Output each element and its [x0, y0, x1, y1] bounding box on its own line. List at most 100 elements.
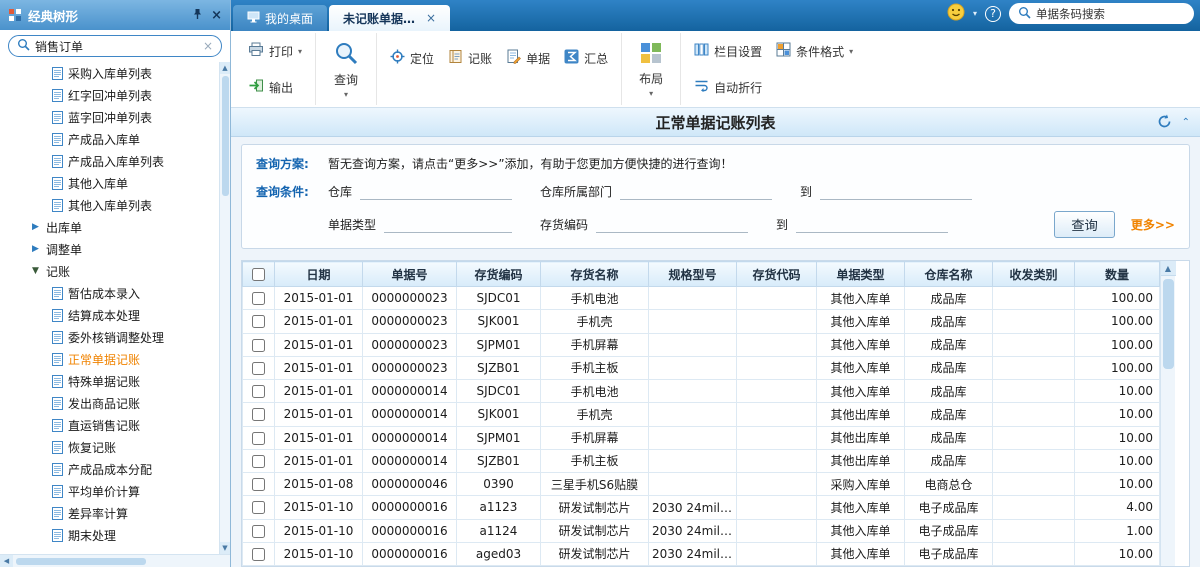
post-button[interactable]: 记账	[442, 46, 498, 70]
pin-icon[interactable]	[192, 8, 203, 23]
warehouse-dept-to-input[interactable]	[820, 183, 972, 200]
tree-item[interactable]: 出库单	[0, 216, 219, 238]
query-submit-button[interactable]: 查询	[1054, 211, 1115, 238]
column-header[interactable]: 存货编码	[457, 262, 541, 287]
document-button[interactable]: 单据	[500, 46, 556, 70]
tree-item[interactable]: 记账	[0, 260, 219, 282]
warehouse-input[interactable]	[360, 183, 512, 200]
scrollbar-thumb[interactable]	[1163, 279, 1174, 369]
column-header[interactable]: 数量	[1075, 262, 1160, 287]
scrollbar-thumb[interactable]	[222, 76, 229, 196]
chevron-down-icon[interactable]: ▾	[298, 47, 302, 56]
more-link[interactable]: 更多>>	[1131, 216, 1175, 233]
chevron-down-icon[interactable]: ▾	[344, 90, 348, 99]
warehouse-dept-input[interactable]	[620, 183, 772, 200]
tree-item[interactable]: 其他入库单列表	[0, 194, 219, 216]
auto-wrap-button[interactable]: 自动折行	[688, 76, 768, 99]
tree-item[interactable]: 产成品入库单列表	[0, 150, 219, 172]
table-row[interactable]: 2015-01-01 0000000023 SJPM01 手机屏幕 其他入库单 …	[243, 333, 1160, 356]
tree-item[interactable]: 产成品成本分配	[0, 458, 219, 480]
tab-unposted-documents[interactable]: 未记账单据… ×	[329, 5, 450, 31]
table-row[interactable]: 2015-01-01 0000000014 SJPM01 手机屏幕 其他出库单 …	[243, 426, 1160, 449]
tree-scrollbar[interactable]: ▲ ▼	[219, 62, 230, 554]
column-header[interactable]: 存货名称	[541, 262, 649, 287]
scroll-up-icon[interactable]: ▲	[1161, 261, 1176, 276]
table-row[interactable]: 2015-01-01 0000000023 SJK001 手机壳 其他入库单 成…	[243, 310, 1160, 333]
print-button[interactable]: 打印 ▾	[242, 39, 308, 63]
column-header[interactable]: 单据号	[363, 262, 457, 287]
row-checkbox[interactable]	[252, 385, 265, 398]
table-row[interactable]: 2015-01-01 0000000014 SJK001 手机壳 其他出库单 成…	[243, 403, 1160, 426]
barcode-search-input[interactable]	[1036, 7, 1185, 21]
tree-item[interactable]: 蓝字回冲单列表	[0, 106, 219, 128]
table-row[interactable]: 2015-01-08 0000000046 0390 三星手机S6贴膜 采购入库…	[243, 473, 1160, 496]
column-header[interactable]: 收发类别	[993, 262, 1075, 287]
tree-item[interactable]: 结算成本处理	[0, 304, 219, 326]
tree-item[interactable]: 调整单	[0, 238, 219, 260]
column-header[interactable]: 仓库名称	[905, 262, 993, 287]
row-checkbox[interactable]	[252, 501, 265, 514]
export-button[interactable]: 输出	[242, 75, 308, 99]
scrollbar-thumb[interactable]	[16, 558, 146, 565]
tree-item[interactable]: 期末处理	[0, 524, 219, 546]
table-row[interactable]: 2015-01-01 0000000014 SJZB01 手机主板 其他出库单 …	[243, 449, 1160, 472]
clear-search-icon[interactable]: ×	[203, 39, 213, 53]
table-row[interactable]: 2015-01-01 0000000023 SJDC01 手机电池 其他入库单 …	[243, 287, 1160, 310]
tree-item[interactable]: 暂估成本录入	[0, 282, 219, 304]
column-header[interactable]: 存货代码	[737, 262, 817, 287]
summarize-button[interactable]: 汇总	[558, 46, 614, 70]
tab-close-icon[interactable]: ×	[426, 11, 436, 25]
tree-item[interactable]: 恢复记账	[0, 436, 219, 458]
row-checkbox[interactable]	[252, 455, 265, 468]
expand-arrow-icon[interactable]	[32, 244, 46, 254]
chevron-down-icon[interactable]: ▾	[849, 47, 853, 56]
refresh-icon[interactable]	[1157, 114, 1172, 132]
tree-item[interactable]: 发出商品记账	[0, 392, 219, 414]
expand-arrow-icon[interactable]	[32, 266, 46, 276]
tree-item[interactable]: 红字回冲单列表	[0, 84, 219, 106]
row-checkbox[interactable]	[252, 339, 265, 352]
sidebar-horizontal-scrollbar[interactable]: ◀	[0, 554, 230, 567]
conditional-format-button[interactable]: 条件格式 ▾	[770, 39, 859, 63]
table-row[interactable]: 2015-01-10 0000000016 a1124 研发试制芯片 2030 …	[243, 519, 1160, 542]
sidebar-search-input[interactable]	[35, 39, 198, 53]
row-checkbox[interactable]	[252, 548, 265, 561]
table-row[interactable]: 2015-01-01 0000000014 SJDC01 手机电池 其他入库单 …	[243, 380, 1160, 403]
tree-item[interactable]: 平均单价计算	[0, 480, 219, 502]
tree-item[interactable]: 正常单据记账	[0, 348, 219, 370]
tab-my-desktop[interactable]: 我的桌面	[233, 5, 327, 31]
row-checkbox[interactable]	[252, 432, 265, 445]
tree-item[interactable]: 委外核销调整处理	[0, 326, 219, 348]
inventory-code-to-input[interactable]	[796, 216, 948, 233]
chevron-down-icon[interactable]: ▾	[973, 9, 977, 18]
select-all-checkbox[interactable]	[252, 268, 265, 281]
locate-button[interactable]: 定位	[384, 46, 440, 70]
table-scrollbar[interactable]: ▲	[1160, 261, 1175, 566]
row-checkbox[interactable]	[252, 478, 265, 491]
scroll-down-icon[interactable]: ▼	[220, 542, 231, 554]
doc-type-input[interactable]	[384, 216, 512, 233]
tree-item[interactable]: 采购入库单列表	[0, 62, 219, 84]
chevron-down-icon[interactable]: ▾	[649, 89, 653, 98]
inventory-code-input[interactable]	[596, 216, 748, 233]
close-sidebar-icon[interactable]: ×	[211, 9, 222, 22]
scroll-up-icon[interactable]: ▲	[220, 62, 231, 74]
tree-item[interactable]: 直运销售记账	[0, 414, 219, 436]
column-header[interactable]: 日期	[275, 262, 363, 287]
column-header[interactable]: 规格型号	[649, 262, 737, 287]
scroll-left-icon[interactable]: ◀	[0, 555, 13, 567]
row-checkbox[interactable]	[252, 292, 265, 305]
barcode-search[interactable]	[1009, 3, 1194, 24]
row-checkbox[interactable]	[252, 525, 265, 538]
tree-item[interactable]: 其他入库单	[0, 172, 219, 194]
tree-item[interactable]: 特殊单据记账	[0, 370, 219, 392]
row-checkbox[interactable]	[252, 362, 265, 375]
row-checkbox[interactable]	[252, 408, 265, 421]
row-checkbox[interactable]	[252, 315, 265, 328]
table-row[interactable]: 2015-01-10 0000000016 aged03 研发试制芯片 2030…	[243, 542, 1160, 565]
tree-item[interactable]: 差异率计算	[0, 502, 219, 524]
emotion-icon[interactable]	[947, 3, 965, 24]
query-button[interactable]: 查询 ▾	[323, 33, 369, 105]
table-row[interactable]: 2015-01-10 0000000016 a1123 研发试制芯片 2030 …	[243, 496, 1160, 519]
help-icon[interactable]: ?	[985, 6, 1001, 22]
